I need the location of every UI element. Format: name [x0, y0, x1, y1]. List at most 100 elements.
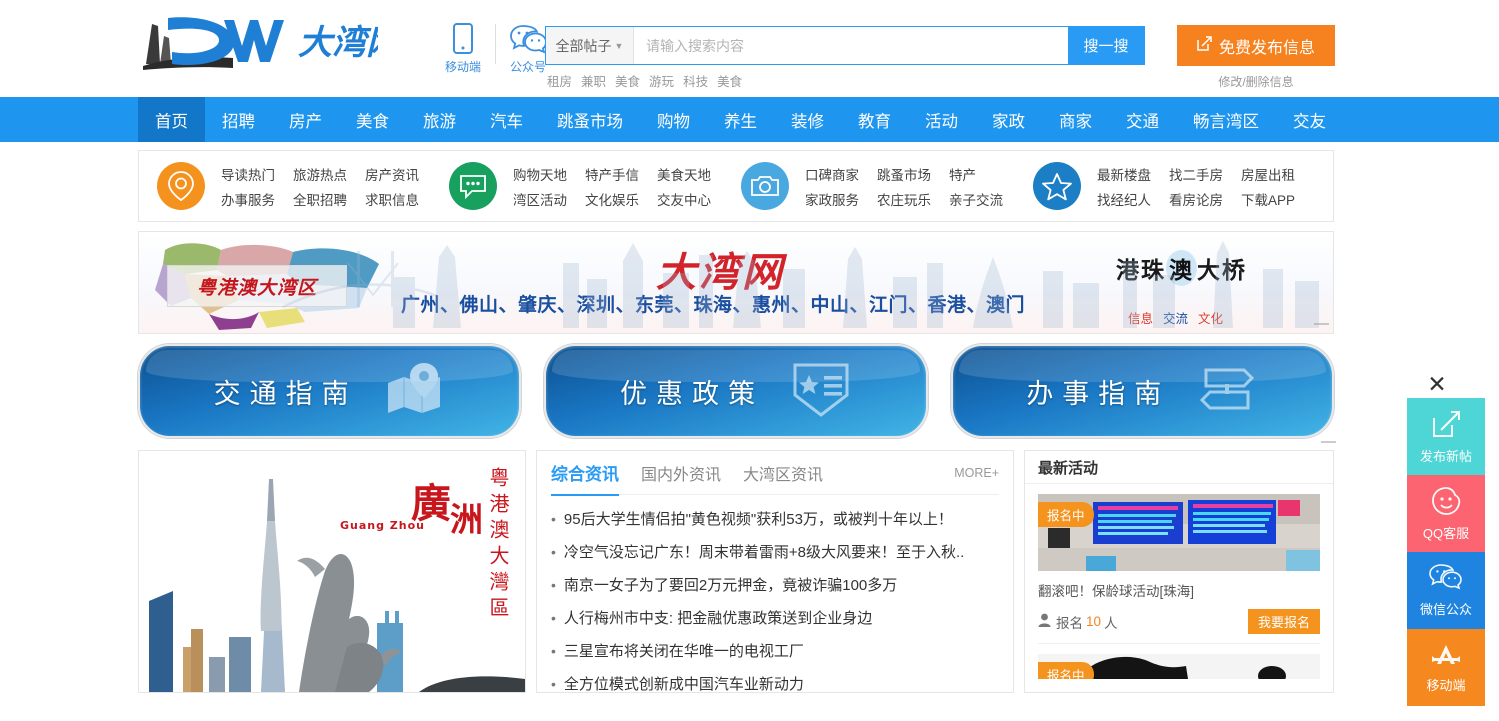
float-mobile-app-button[interactable]: 移动端 [1407, 629, 1485, 706]
quick-link[interactable]: 找经纪人 [1097, 189, 1151, 209]
activity-meta: 报名 10 人 我要报名 [1038, 609, 1320, 634]
float-item-label: QQ客服 [1422, 525, 1470, 541]
nav-item-property[interactable]: 房产 [272, 97, 339, 142]
quick-link[interactable]: 购物天地 [513, 164, 567, 184]
quick-link[interactable]: 导读热门 [221, 164, 275, 184]
camera-icon[interactable] [741, 162, 789, 210]
quick-link[interactable]: 特产手信 [585, 164, 639, 184]
activity-title[interactable]: 翻滚吧！保龄球活动[珠海] [1038, 580, 1320, 600]
quick-link[interactable]: 最新楼盘 [1097, 164, 1151, 184]
quick-link[interactable]: 旅游热点 [293, 164, 347, 184]
nav-item-cars[interactable]: 汽车 [473, 97, 540, 142]
hot-keyword[interactable]: 游玩 [649, 71, 674, 90]
chat-bubble-icon[interactable] [449, 162, 497, 210]
quick-link[interactable]: 看房论房 [1169, 189, 1223, 209]
site-logo[interactable]: 大湾网 [138, 6, 378, 76]
quick-link[interactable]: 全职招聘 [293, 189, 347, 209]
quick-link[interactable]: 房屋出租 [1241, 164, 1295, 184]
publish-label: 免费发布信息 [1218, 39, 1315, 57]
tab-comprehensive-news[interactable]: 综合资讯 [551, 451, 619, 496]
float-new-post-button[interactable]: 发布新帖 [1407, 398, 1485, 475]
news-item-title: 冷空气没忘记广东！周末带着雷雨+8级大风要来！至于入秋.. [563, 544, 965, 561]
modify-delete-link[interactable]: 修改/删除信息 [1177, 73, 1335, 90]
search-input[interactable] [634, 27, 1068, 64]
nav-item-friends[interactable]: 交友 [1276, 97, 1343, 142]
publish-info-button[interactable]: 免费发布信息 [1177, 25, 1335, 66]
quick-link[interactable]: 求职信息 [365, 189, 419, 209]
nav-item-bay-talk[interactable]: 畅言湾区 [1176, 97, 1276, 142]
nav-item-transport[interactable]: 交通 [1109, 97, 1176, 142]
close-icon[interactable]: ✕ [1379, 370, 1495, 398]
nav-item-food[interactable]: 美食 [339, 97, 406, 142]
mobile-app-entry[interactable]: 移动端 [435, 22, 491, 75]
news-item[interactable]: • 三星宣布将关闭在华唯一的电视工厂 [551, 635, 999, 668]
quick-link[interactable]: 湾区活动 [513, 189, 567, 209]
quick-link[interactable]: 美食天地 [657, 164, 711, 184]
news-item[interactable]: • 南京一女子为了要回2万元押金，竟被诈骗100多万 [551, 569, 999, 602]
news-item[interactable]: • 冷空气没忘记广东！周末带着雷雨+8级大风要来！至于入秋.. [551, 536, 999, 569]
activity-signup-count: 10 [1086, 614, 1102, 629]
quick-link[interactable]: 亲子交流 [949, 189, 1003, 209]
join-activity-button[interactable]: 我要报名 [1247, 609, 1320, 634]
compose-icon [1197, 35, 1212, 56]
feature-button-service-guide[interactable]: 办事指南 [950, 344, 1334, 438]
hot-keyword[interactable]: 租房 [547, 71, 572, 90]
mobile-icon [435, 22, 491, 56]
news-item[interactable]: • 95后大学生情侣拍"黄色视频"获利53万，或被判十年以上！ [551, 503, 999, 536]
feature-row-minimize-button[interactable]: — [1321, 433, 1336, 450]
hot-keyword[interactable]: 美食 [717, 71, 742, 90]
hot-keyword[interactable]: 科技 [683, 71, 708, 90]
hot-keyword[interactable]: 美食 [615, 71, 640, 90]
feature-button-transport-guide[interactable]: 交通指南 [138, 344, 522, 438]
quick-link[interactable]: 下载APP [1241, 189, 1295, 209]
quick-link[interactable]: 农庄玩乐 [877, 189, 931, 209]
quick-link[interactable]: 家政服务 [805, 189, 859, 209]
news-item[interactable]: • 全方位模式创新成中国汽车业新动力 [551, 668, 999, 701]
quick-link[interactable]: 办事服务 [221, 189, 275, 209]
quick-link[interactable]: 口碑商家 [805, 164, 859, 184]
quick-link[interactable]: 交友中心 [657, 189, 711, 209]
bay-area-banner[interactable]: 粤港澳大湾区 广州、佛山、肇庆、深圳、东莞、珠海、惠州、中山、江门、香港、澳门 … [138, 231, 1334, 334]
banner-minimize-button[interactable]: — [1314, 315, 1329, 332]
nav-item-shopping[interactable]: 购物 [640, 97, 707, 142]
nav-item-housekeeping[interactable]: 家政 [975, 97, 1042, 142]
tab-bay-area-news[interactable]: 大湾区资讯 [743, 451, 823, 495]
nav-item-health[interactable]: 养生 [707, 97, 774, 142]
location-pin-icon[interactable] [157, 162, 205, 210]
nav-item-jobs[interactable]: 招聘 [205, 97, 272, 142]
nav-item-flea-market[interactable]: 跳蚤市场 [540, 97, 640, 142]
nav-item-merchants[interactable]: 商家 [1042, 97, 1109, 142]
quick-link[interactable]: 房产资讯 [365, 164, 419, 184]
nav-item-events[interactable]: 活动 [908, 97, 975, 142]
quick-link[interactable]: 特产 [949, 164, 1003, 184]
tab-domestic-international-news[interactable]: 国内外资讯 [641, 451, 721, 495]
activity-thumbnail: 报名中 [1038, 494, 1320, 571]
floating-sidebar: ✕ 发布新帖 QQ客服 微信公众 移动端 [1379, 370, 1495, 706]
feature-buttons-row: 交通指南 优惠政策 办事指南 — [138, 344, 1336, 450]
star-icon[interactable] [1033, 162, 1081, 210]
nav-item-home[interactable]: 首页 [138, 97, 205, 142]
quick-link[interactable]: 文化娱乐 [585, 189, 639, 209]
activity-card[interactable]: 报名中 [1025, 644, 1333, 679]
news-item[interactable]: • 人行梅州市中支: 把金融优惠政策送到企业身边 [551, 602, 999, 635]
site-header: 大湾网 移动端 公众号 [0, 0, 1499, 97]
signpost-icon [1196, 364, 1258, 419]
news-item-title: 三星宣布将关闭在华唯一的电视工厂 [563, 643, 804, 660]
guangzhou-hero-image[interactable]: 廣 洲 Guang Zhou 粤港澳大灣區 [138, 450, 526, 693]
search-category-select[interactable]: 全部帖子 ▼ [546, 27, 634, 64]
float-wechat-button[interactable]: 微信公众 [1407, 552, 1485, 629]
nav-item-decoration[interactable]: 装修 [774, 97, 841, 142]
quick-group-guide: 导读热门 旅游热点 房产资讯 办事服务 全职招聘 求职信息 [139, 162, 431, 210]
quick-link[interactable]: 跳蚤市场 [877, 164, 931, 184]
feature-button-preferential-policy[interactable]: 优惠政策 [544, 344, 928, 438]
nav-item-travel[interactable]: 旅游 [406, 97, 473, 142]
nav-item-education[interactable]: 教育 [841, 97, 908, 142]
hot-keyword[interactable]: 兼职 [581, 71, 606, 90]
search-button[interactable]: 搜一搜 [1068, 27, 1144, 64]
activity-card[interactable]: 报名中 [1025, 484, 1333, 634]
quick-link[interactable]: 找二手房 [1169, 164, 1223, 184]
smiley-icon [1431, 486, 1461, 519]
activities-title: 最新活动 [1025, 451, 1333, 484]
float-qq-service-button[interactable]: QQ客服 [1407, 475, 1485, 552]
news-more-link[interactable]: MORE+ [954, 466, 999, 480]
